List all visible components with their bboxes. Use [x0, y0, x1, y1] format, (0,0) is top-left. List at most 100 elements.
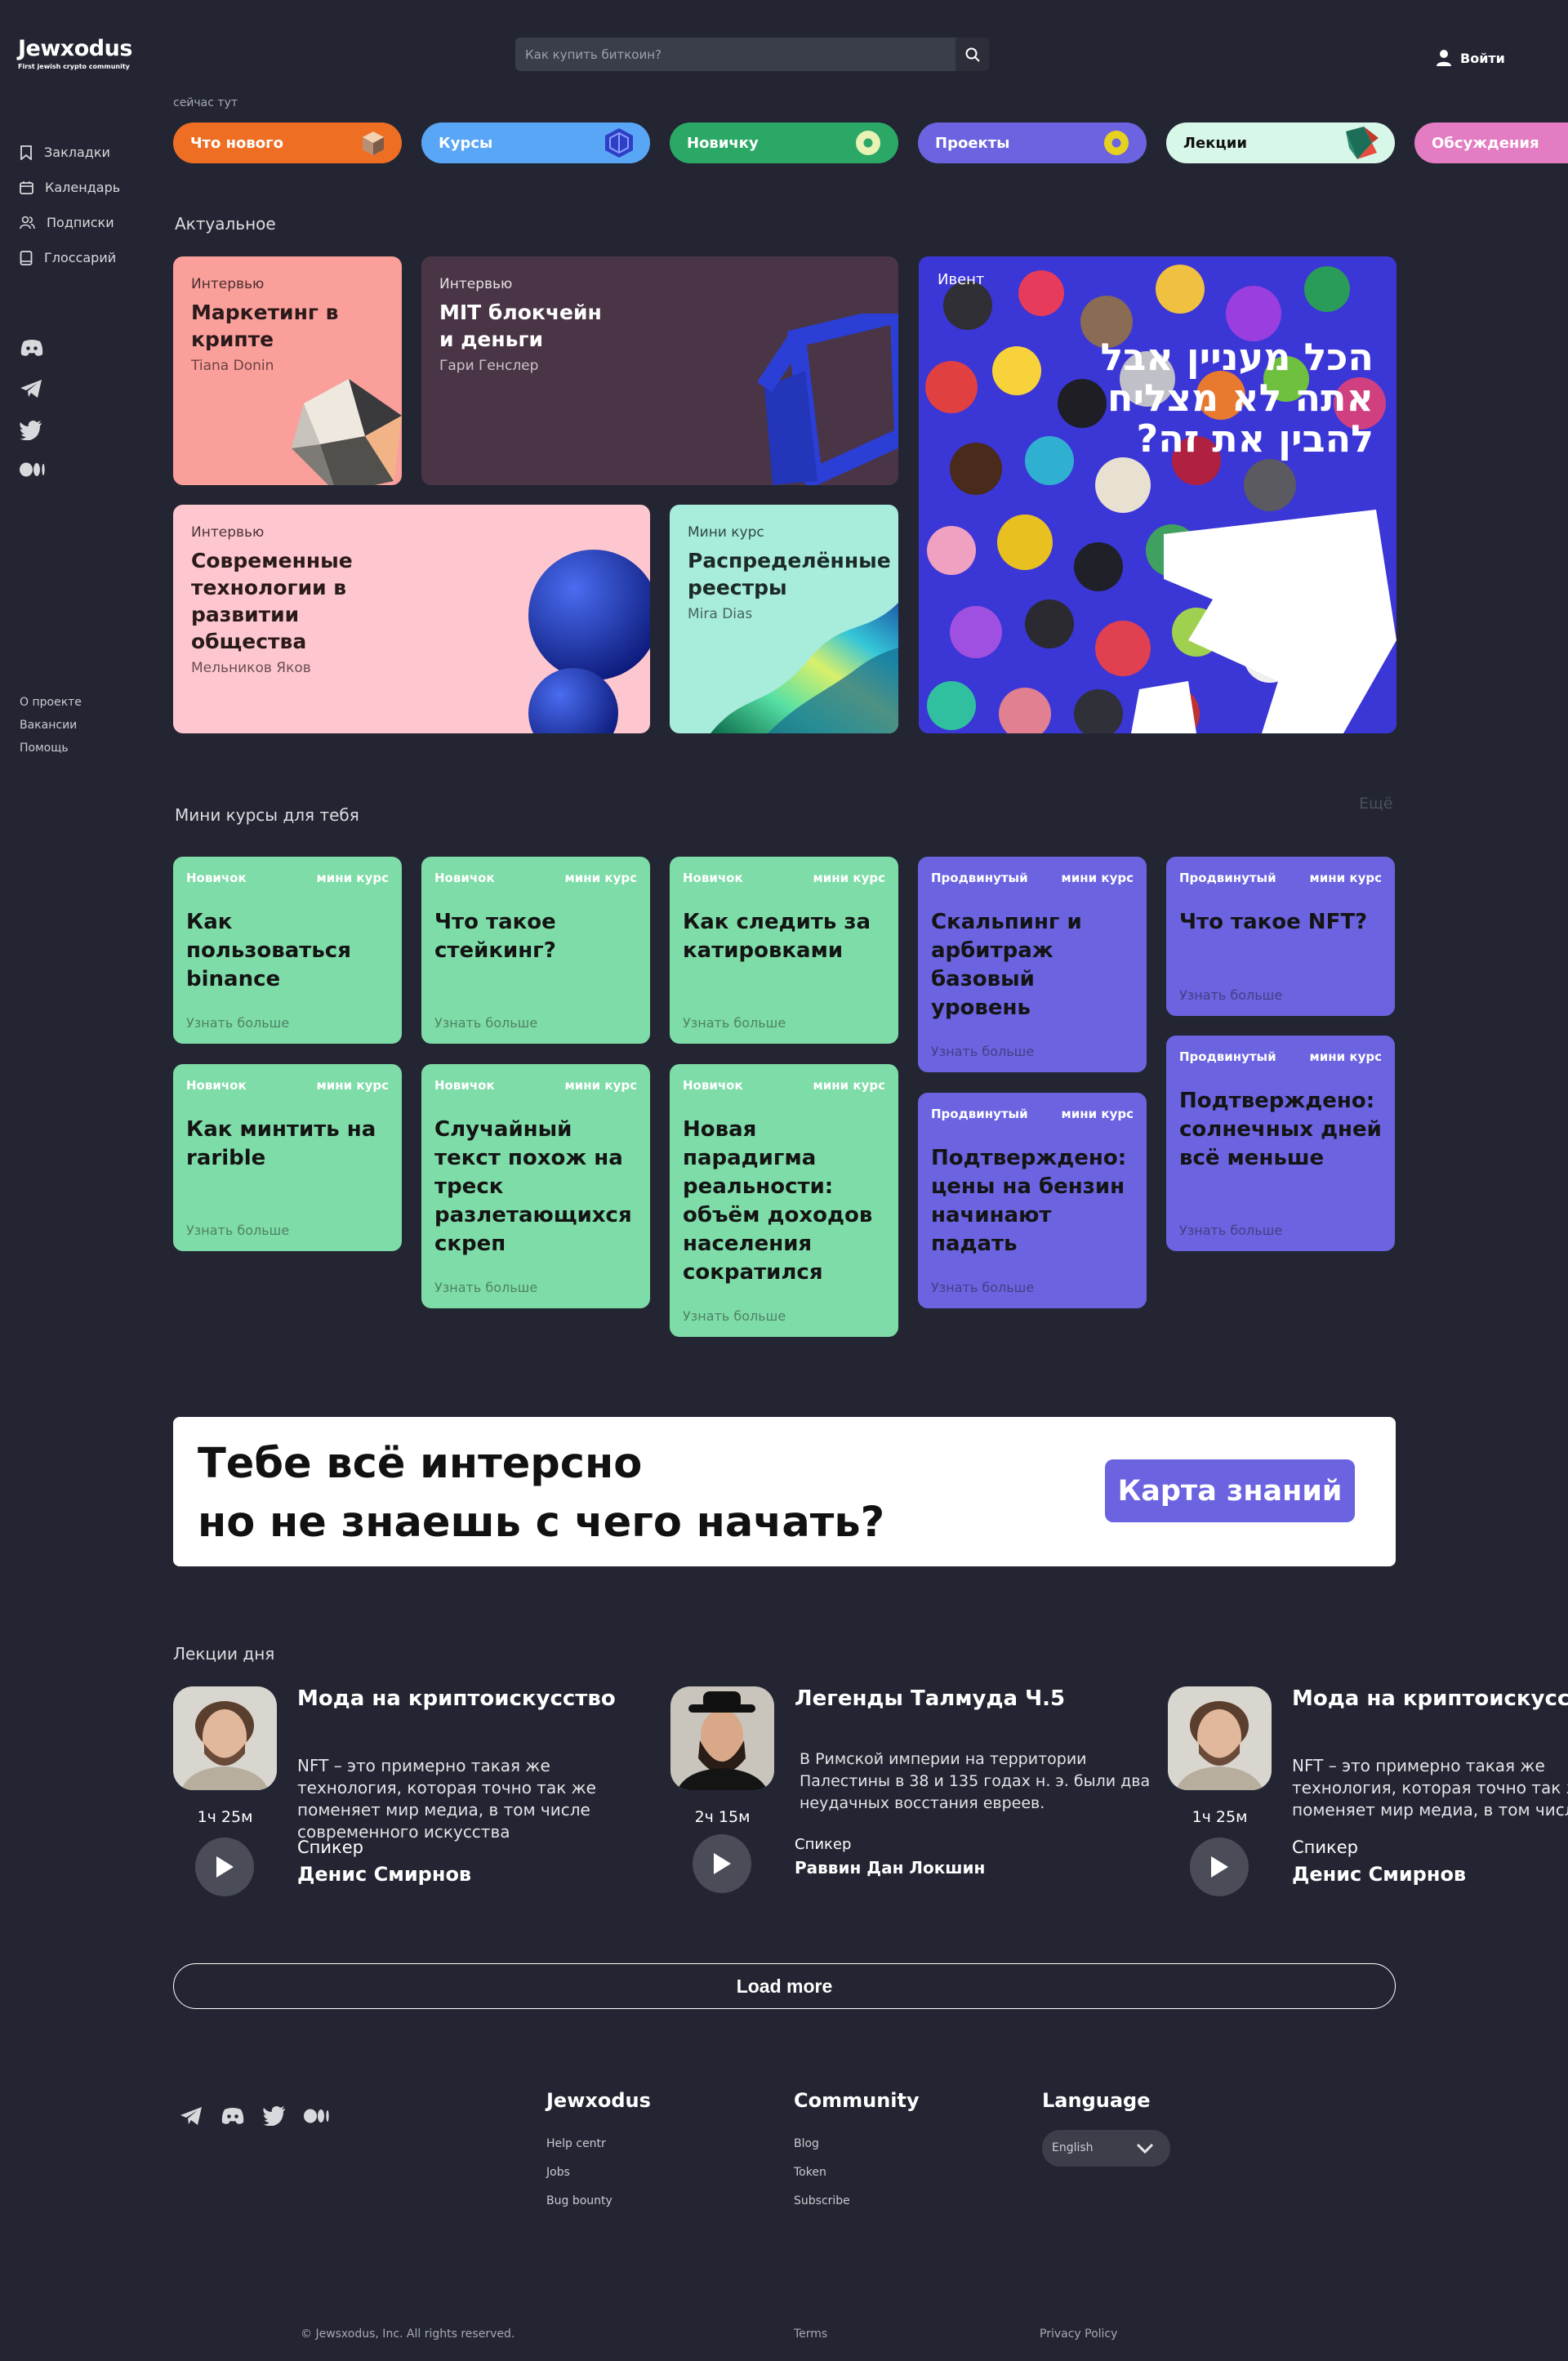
now-label: сейчас тут: [173, 96, 238, 109]
category-pill-lectures[interactable]: Лекции: [1166, 123, 1395, 163]
mini-course-card[interactable]: Новичок мини курс Что такое стейкинг? Узн…: [421, 857, 650, 1044]
course-title: Как пользоваться binance: [186, 910, 351, 991]
article-card[interactable]: Интервью Современные технологии в развит…: [173, 505, 650, 733]
lecture-description: NFT – это примерно такая же технология, …: [297, 1756, 596, 1842]
learn-more-link[interactable]: Узнать больше: [434, 1280, 537, 1295]
play-icon: [216, 1856, 234, 1878]
login-button[interactable]: Войти: [1436, 49, 1505, 67]
category-pill-beginner[interactable]: Новичку: [670, 123, 898, 163]
play-button[interactable]: [693, 1834, 751, 1893]
sidebar-nav: Закладки Календарь Подписки Глоссарий: [20, 135, 120, 275]
footer-link[interactable]: Token: [794, 2158, 920, 2187]
article-card[interactable]: Интервью MIT блокчейн и деньги Гари Генс…: [421, 256, 898, 485]
learn-more-link[interactable]: Узнать больше: [186, 1223, 289, 1238]
learn-more-link[interactable]: Узнать больше: [186, 1015, 289, 1031]
play-icon: [1211, 1856, 1228, 1878]
event-card[interactable]: Ивент הכל מעניין אבל אתה לא מצליח להבין …: [919, 256, 1396, 733]
footer-link[interactable]: Help centr: [546, 2130, 651, 2158]
banner-text: Тебе всё интерсно но не знаешь с чего на…: [198, 1435, 884, 1552]
learn-more-link[interactable]: Узнать больше: [931, 1280, 1034, 1295]
play-button[interactable]: [195, 1838, 254, 1896]
discord-icon[interactable]: [20, 339, 44, 357]
discord-icon[interactable]: [220, 2107, 245, 2125]
logo[interactable]: Jewxodus First jewish crypto community: [18, 36, 132, 70]
article-card[interactable]: Мини курс Распределённые реестры Mira Di…: [670, 505, 898, 733]
footer-link[interactable]: Bug bounty: [546, 2187, 651, 2216]
learn-more-link[interactable]: Узнать больше: [683, 1308, 786, 1324]
banner-line-1: Тебе всё интерсно: [198, 1440, 643, 1488]
lecture-item[interactable]: 1ч 25м Мода на криптоискусство NFT – это…: [1168, 1686, 1568, 1896]
mini-course-card[interactable]: Новичок мини курс Новая парадигма реально…: [670, 1064, 898, 1337]
category-bar: Что нового Курсы Новичку Проекты Лекции …: [173, 123, 1568, 163]
search-button[interactable]: [956, 38, 989, 71]
lecture-item[interactable]: 1ч 25м Мода на криптоискусство NFT – это…: [173, 1686, 616, 1896]
play-button[interactable]: [1190, 1838, 1249, 1896]
course-title: Что такое NFT?: [1179, 910, 1368, 934]
footer-social: [180, 2106, 330, 2126]
course-level: Новичок: [434, 1078, 495, 1093]
mini-course-card[interactable]: Продвинутый мини курс Подтверждено: солне…: [1166, 1036, 1395, 1251]
category-pill-projects[interactable]: Проекты: [918, 123, 1147, 163]
mini-course-card[interactable]: Продвинутый мини курс Что такое NFT? Узна…: [1166, 857, 1395, 1016]
mini-course-card[interactable]: Новичок мини курс Случайный текст похож н…: [421, 1064, 650, 1308]
jobs-link[interactable]: Вакансии: [20, 714, 82, 737]
language-select[interactable]: English: [1042, 2130, 1170, 2167]
chevron-down-icon: [1136, 2143, 1154, 2154]
mini-course-card[interactable]: Продвинутый мини курс Скальпинг и арбитра…: [918, 857, 1147, 1072]
mini-course-card[interactable]: Новичок мини курс Как следить за катировк…: [670, 857, 898, 1044]
footer-column-community: Community Blog Token Subscribe: [794, 2089, 920, 2216]
sidebar-item-glossary[interactable]: Глоссарий: [20, 240, 120, 275]
learn-more-link[interactable]: Узнать больше: [434, 1015, 537, 1031]
category-pill-discussions[interactable]: Обсуждения: [1414, 123, 1568, 163]
wireframe-cube-icon: [605, 128, 633, 158]
knowledge-banner: Тебе всё интерсно но не знаешь с чего на…: [173, 1417, 1396, 1566]
footer-heading: Community: [794, 2089, 920, 2112]
about-link[interactable]: О проекте: [20, 691, 82, 714]
article-card[interactable]: Интервью Маркетинг в крипте Tiana Donin: [173, 256, 402, 485]
course-type: мини курс: [316, 1078, 389, 1093]
help-link[interactable]: Помощь: [20, 737, 82, 760]
category-pill-new[interactable]: Что нового: [173, 123, 402, 163]
mini-course-card[interactable]: Новичок мини курс Как пользоваться binanc…: [173, 857, 402, 1044]
sidebar-item-bookmarks[interactable]: Закладки: [20, 135, 120, 170]
more-link[interactable]: Ещё: [1359, 795, 1393, 813]
footer-link[interactable]: Subscribe: [794, 2187, 920, 2216]
footer-heading: Jewxodus: [546, 2089, 651, 2112]
learn-more-link[interactable]: Узнать больше: [1179, 1223, 1282, 1238]
category-pill-courses[interactable]: Курсы: [421, 123, 650, 163]
mini-course-card[interactable]: Продвинутый мини курс Подтверждено: цены …: [918, 1093, 1147, 1308]
footer-link[interactable]: Jobs: [546, 2158, 651, 2187]
load-more-button[interactable]: Load more: [173, 1963, 1396, 2009]
speaker-label: Спикер: [795, 1836, 852, 1853]
logo-tagline: First jewish crypto community: [18, 63, 130, 70]
knowledge-map-button[interactable]: Карта знаний: [1105, 1459, 1355, 1522]
speaker-photo: [1168, 1686, 1272, 1790]
course-type: мини курс: [1061, 871, 1134, 885]
footer-link[interactable]: Blog: [794, 2130, 920, 2158]
sidebar-item-subscriptions[interactable]: Подписки: [20, 205, 120, 240]
sidebar-item-calendar[interactable]: Календарь: [20, 170, 120, 205]
banner-line-2: но не знаешь с чего начать?: [198, 1499, 885, 1547]
card-title: Распределённые реестры: [688, 549, 891, 599]
telegram-icon[interactable]: [180, 2106, 203, 2126]
category-label: Что нового: [190, 134, 283, 152]
twitter-icon[interactable]: [20, 421, 42, 440]
learn-more-link[interactable]: Узнать больше: [931, 1044, 1034, 1059]
logo-text: Jewxodus: [18, 36, 132, 61]
ring-icon: [1104, 131, 1129, 155]
terms-link[interactable]: Terms: [794, 2328, 827, 2341]
telegram-icon[interactable]: [20, 379, 42, 399]
speaker-photo: [670, 1686, 774, 1790]
medium-icon[interactable]: [20, 462, 46, 477]
lecture-item[interactable]: 2ч 15м Легенды Талмуда Ч.5 В Римской имп…: [670, 1686, 1150, 1893]
card-author: Мельников Яков: [191, 660, 311, 676]
mini-course-card[interactable]: Новичок мини курс Как минтить на rarible …: [173, 1064, 402, 1251]
course-level: Новичок: [683, 871, 743, 885]
search-input[interactable]: [515, 38, 956, 71]
learn-more-link[interactable]: Узнать больше: [683, 1015, 786, 1031]
twitter-icon[interactable]: [263, 2106, 286, 2126]
privacy-link[interactable]: Privacy Policy: [1040, 2328, 1117, 2341]
medium-icon[interactable]: [304, 2109, 330, 2123]
polyhedron-image: [292, 379, 402, 485]
learn-more-link[interactable]: Узнать больше: [1179, 987, 1282, 1003]
